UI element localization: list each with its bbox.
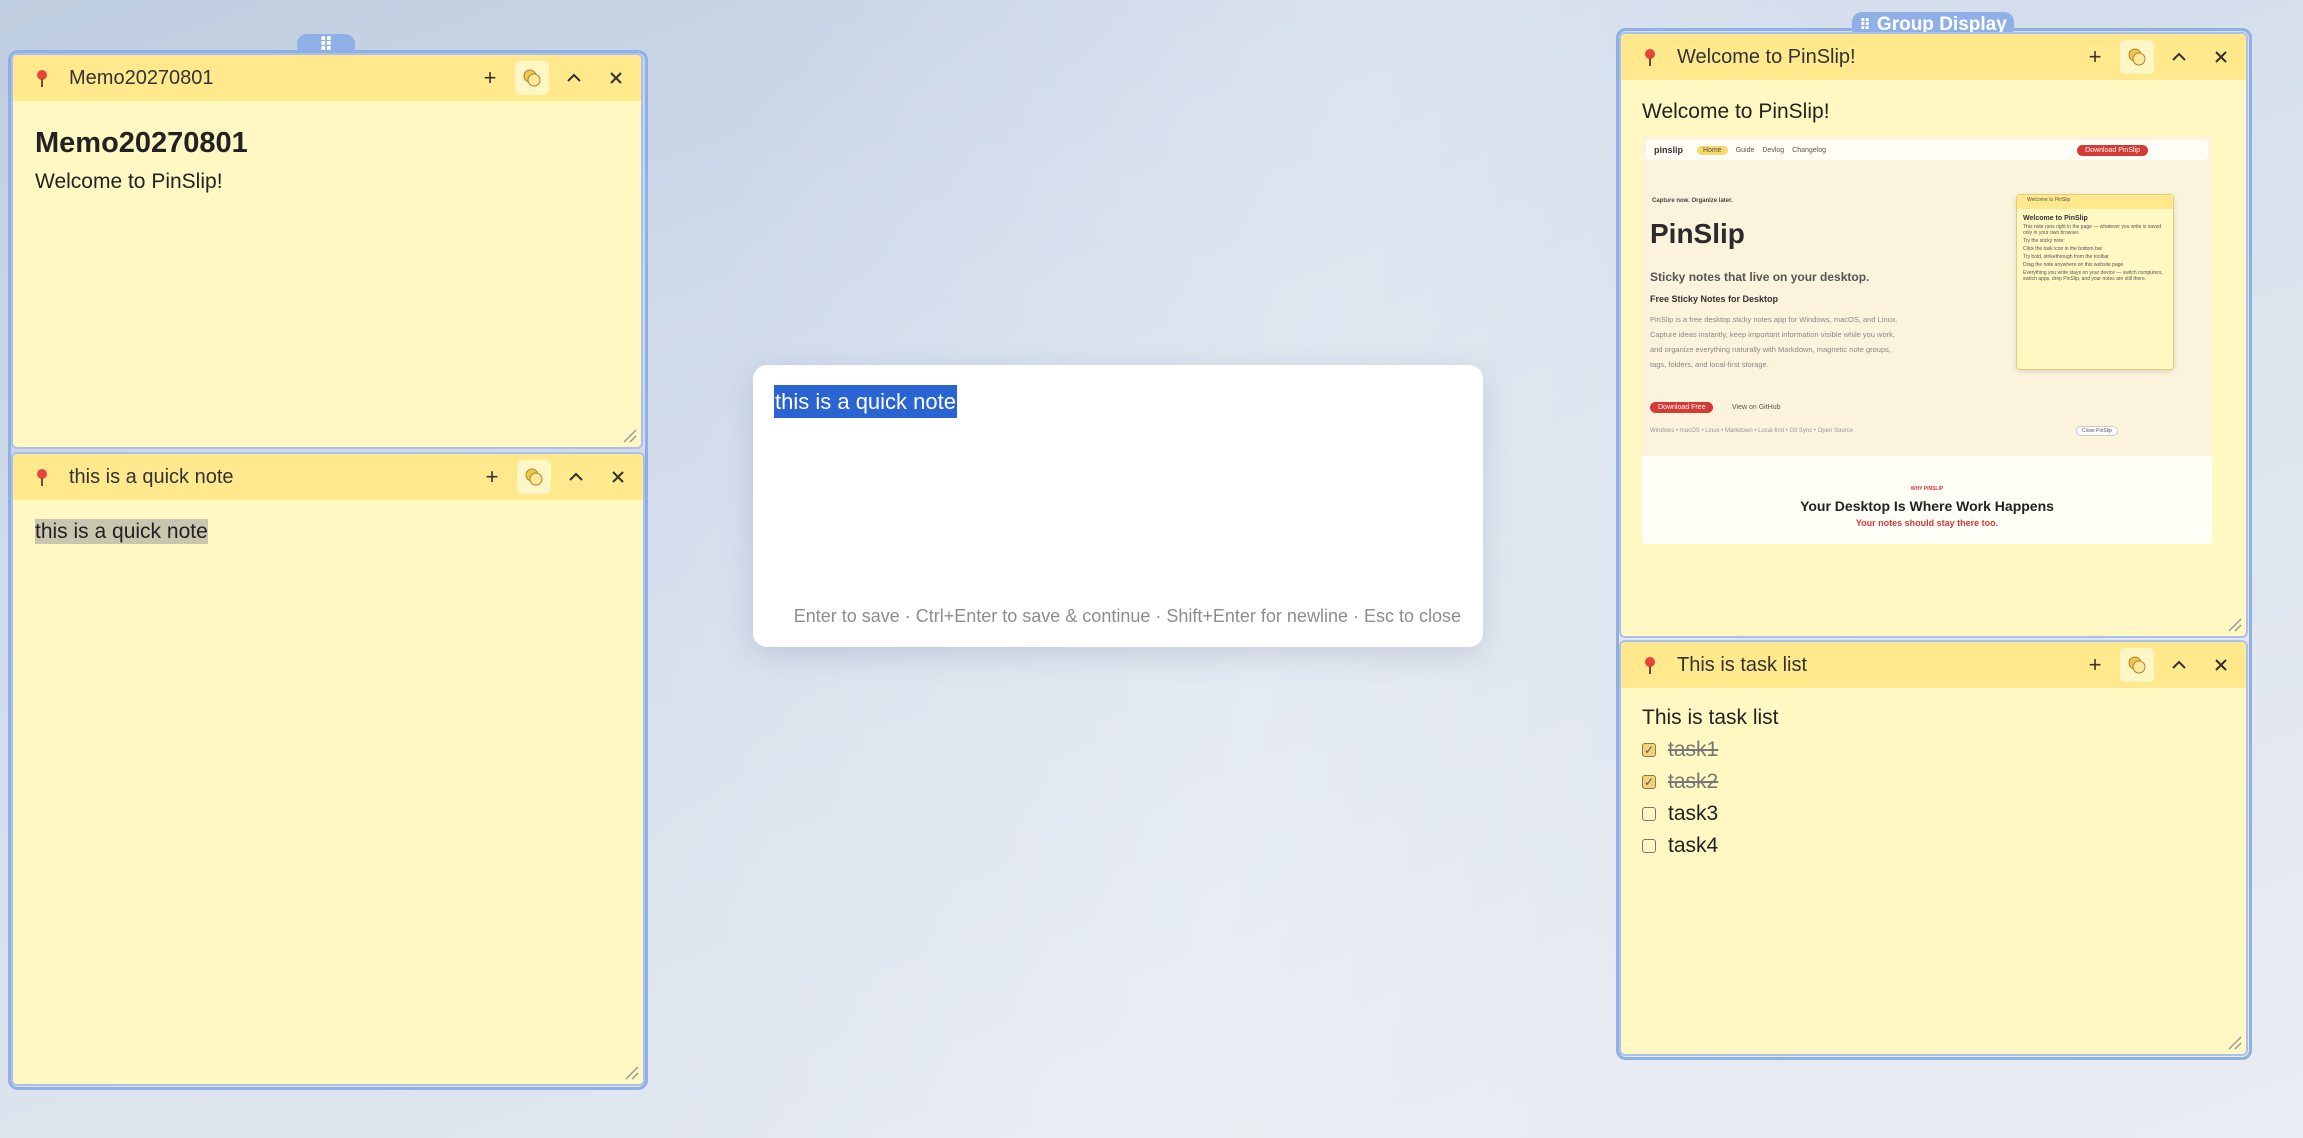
site-nav-changelog: Changelog (1792, 146, 1827, 154)
task-checkbox[interactable]: ✓ (1642, 743, 1656, 757)
keyboard-hint: Enter to save · Ctrl+Enter to save & con… (793, 606, 1461, 626)
color-palette-button[interactable] (515, 61, 549, 95)
welcome-note-body[interactable]: Welcome to PinSlip! pinslip Home Guide D… (1642, 100, 2225, 544)
quick-note-input-selection: this is a quick note (774, 385, 957, 418)
site-logo: pinslip (1654, 145, 1683, 155)
quick-note-card-body[interactable]: this is a quick note (35, 519, 621, 544)
color-palette-button[interactable] (517, 460, 551, 494)
site-why-section: WHY PINSLIP Your Desktop Is Where Work H… (1642, 456, 2212, 544)
site-why-subtitle: Your notes should stay there too. (1855, 518, 1999, 528)
site-mini-line-4: Try bold, strikethrough from the toolbar (2023, 254, 2109, 260)
welcome-note[interactable]: Welcome to PinSlip! + Welcome to PinSlip… (1619, 32, 2248, 638)
task-item[interactable]: task3 (1642, 802, 2224, 826)
site-download-button: Download PinSlip (2077, 144, 2148, 156)
site-brand: PinSlip (1650, 218, 1745, 249)
resize-handle[interactable] (2226, 616, 2242, 632)
site-nav-bar: pinslip Home Guide Devlog Changelog Down… (1646, 140, 2208, 160)
task-label: task4 (1668, 834, 1719, 857)
close-icon[interactable] (601, 460, 635, 494)
pin-icon[interactable] (33, 69, 51, 87)
site-why-label: WHY PINSLIP (1910, 486, 1944, 492)
memo-note-body[interactable]: Memo20270801 Welcome to PinSlip! (35, 127, 619, 194)
task-label: task3 (1668, 802, 1719, 825)
task-checkbox[interactable]: ✓ (1642, 775, 1656, 789)
task-note-title: This is task list (1677, 653, 1808, 676)
color-palette-button[interactable] (2120, 648, 2154, 682)
welcome-note-header[interactable]: Welcome to PinSlip! + (1621, 34, 2246, 80)
add-note-button[interactable]: + (475, 460, 509, 494)
resize-handle[interactable] (2226, 1034, 2242, 1050)
site-mini-line-1: This note runs right in the page — whate… (2023, 224, 2162, 236)
task-note-text: This is task list (1642, 706, 1779, 729)
site-close-button: Close PinSlip (2076, 426, 2118, 436)
site-nav-home: Home (1697, 145, 1728, 155)
collapse-chevron-up-icon[interactable] (559, 460, 593, 494)
task-label: task1 (1668, 738, 1719, 761)
collapse-chevron-up-icon[interactable] (2162, 648, 2196, 682)
quick-note-card-text: this is a quick note (35, 519, 208, 544)
close-icon[interactable] (599, 61, 633, 95)
task-item[interactable]: ✓ task2 (1642, 770, 2224, 794)
site-github-link: View on GitHub (1732, 404, 1781, 411)
resize-handle[interactable] (623, 1064, 639, 1080)
task-checkbox[interactable] (1642, 807, 1656, 821)
site-platforms: Windows • macOS • Linux • Markdown • Loc… (1650, 428, 1854, 434)
quick-note-card[interactable]: this is a quick note + this is a quick n… (11, 452, 645, 1086)
collapse-chevron-up-icon[interactable] (557, 61, 591, 95)
task-note-body[interactable]: This is task list ✓ task1 ✓ task2 task3 … (1642, 706, 2224, 858)
task-item[interactable]: task4 (1642, 834, 2224, 858)
pin-icon[interactable] (1641, 48, 1659, 66)
site-mini-note-title: Welcome to PinSlip (2023, 215, 2088, 222)
memo-note-text: Welcome to PinSlip! (35, 170, 223, 193)
quick-note-card-title: this is a quick note (69, 465, 234, 488)
memo-note-title: Memo20270801 (69, 66, 214, 89)
site-mini-line-6: Everything you write stays on your devic… (2023, 270, 2163, 282)
close-icon[interactable] (2204, 40, 2238, 74)
task-item[interactable]: ✓ task1 (1642, 738, 2224, 762)
resize-handle[interactable] (621, 427, 637, 443)
site-why-title: Your Desktop Is Where Work Happens (1800, 498, 2054, 514)
site-description: PinSlip is a free desktop sticky notes a… (1650, 315, 1898, 369)
memo-note-heading: Memo20270801 (35, 127, 248, 159)
quick-note-popup[interactable]: this is a quick note Enter to save · Ctr… (753, 365, 1483, 647)
quick-note-input[interactable]: this is a quick note (774, 385, 957, 418)
task-note[interactable]: This is task list + This is task list ✓ … (1619, 640, 2248, 1056)
color-palette-button[interactable] (2120, 40, 2154, 74)
add-note-button[interactable]: + (473, 61, 507, 95)
collapse-chevron-up-icon[interactable] (2162, 40, 2196, 74)
site-mini-line-5: Drag the note anywhere on this website p… (2023, 262, 2124, 268)
site-mini-note: Welcome to PinSlip Welcome to PinSlip Th… (2016, 194, 2174, 370)
memo-note[interactable]: Memo20270801 + Memo20270801 Welcome to P… (11, 53, 643, 449)
site-mini-line-3: Click the task icon in the bottom bar (2023, 246, 2103, 252)
add-note-button[interactable]: + (2078, 648, 2112, 682)
website-screenshot-image: pinslip Home Guide Devlog Changelog Down… (1642, 136, 2212, 544)
add-note-button[interactable]: + (2078, 40, 2112, 74)
welcome-note-text: Welcome to PinSlip! (1642, 100, 1830, 123)
task-note-header[interactable]: This is task list + (1621, 642, 2246, 688)
task-label: task2 (1668, 770, 1719, 793)
close-icon[interactable] (2204, 648, 2238, 682)
site-mini-note-header: Welcome to PinSlip (2017, 195, 2173, 209)
site-mini-line-2: Try the sticky note: (2023, 238, 2065, 244)
quick-note-card-header[interactable]: this is a quick note + (13, 454, 643, 500)
site-nav-devlog: Devlog (1762, 146, 1785, 154)
pin-icon[interactable] (1641, 656, 1659, 674)
site-subhead: Free Sticky Notes for Desktop (1650, 294, 1779, 304)
task-checkbox[interactable] (1642, 839, 1656, 853)
site-tagline: Capture now. Organize later. (1652, 198, 1733, 204)
site-nav-guide: Guide (1735, 146, 1755, 154)
site-headline: Sticky notes that live on your desktop. (1650, 270, 1870, 284)
site-cta-button: Download Free (1650, 402, 1714, 413)
pin-icon[interactable] (33, 468, 51, 486)
memo-note-header[interactable]: Memo20270801 + (13, 55, 641, 101)
welcome-note-title: Welcome to PinSlip! (1677, 45, 1856, 68)
